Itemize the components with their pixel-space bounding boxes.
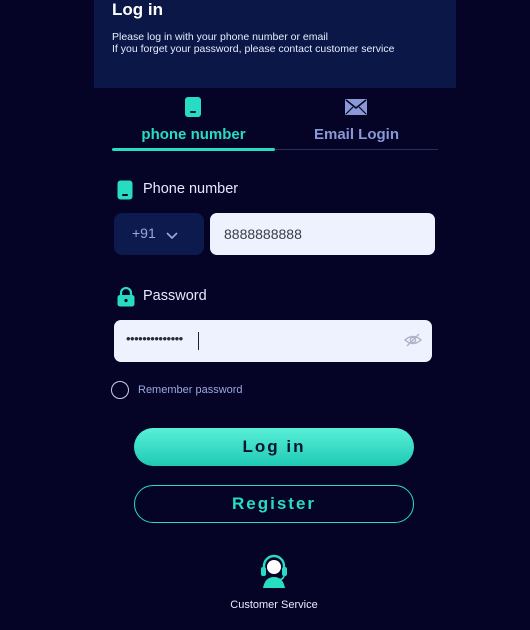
tab-email-login[interactable]: Email Login: [275, 88, 438, 152]
lock-icon: [117, 286, 135, 312]
headset-agent-icon: [259, 552, 289, 593]
country-code-value: +91: [132, 225, 156, 241]
phone-icon: [117, 180, 133, 205]
customer-service-label: Customer Service: [230, 599, 318, 611]
chevron-down-icon: [166, 227, 178, 245]
tab-phone-number[interactable]: phone number: [112, 88, 275, 152]
active-tab-indicator: [112, 148, 275, 151]
password-masked-value: ••••••••••••••: [126, 331, 183, 346]
login-method-tabs: phone number Email Login: [112, 88, 438, 152]
page-title: Log in: [112, 0, 163, 19]
remember-password-label: Remember password: [138, 384, 243, 396]
eye-off-icon[interactable]: [403, 332, 423, 353]
phone-number-input[interactable]: [210, 213, 435, 255]
password-label: Password: [143, 288, 207, 304]
header-instruction-line2: If you forget your password, please cont…: [112, 43, 395, 55]
header-instruction-line1: Please log in with your phone number or …: [112, 31, 328, 43]
register-button[interactable]: Register: [134, 485, 414, 523]
password-input[interactable]: ••••••••••••••: [114, 320, 432, 362]
mail-icon: [345, 99, 367, 120]
text-cursor: [198, 332, 199, 350]
remember-radio[interactable]: [111, 381, 129, 399]
customer-service-link[interactable]: Customer Service: [214, 552, 334, 614]
phone-number-label: Phone number: [143, 181, 239, 197]
tab-email-login-label: Email Login: [313, 126, 399, 143]
login-header: Log in Please log in with your phone num…: [94, 0, 456, 88]
login-button[interactable]: Log in: [134, 428, 414, 466]
phone-icon: [184, 96, 202, 123]
tab-phone-number-label: phone number: [141, 126, 246, 143]
country-code-select[interactable]: +91: [114, 213, 204, 255]
